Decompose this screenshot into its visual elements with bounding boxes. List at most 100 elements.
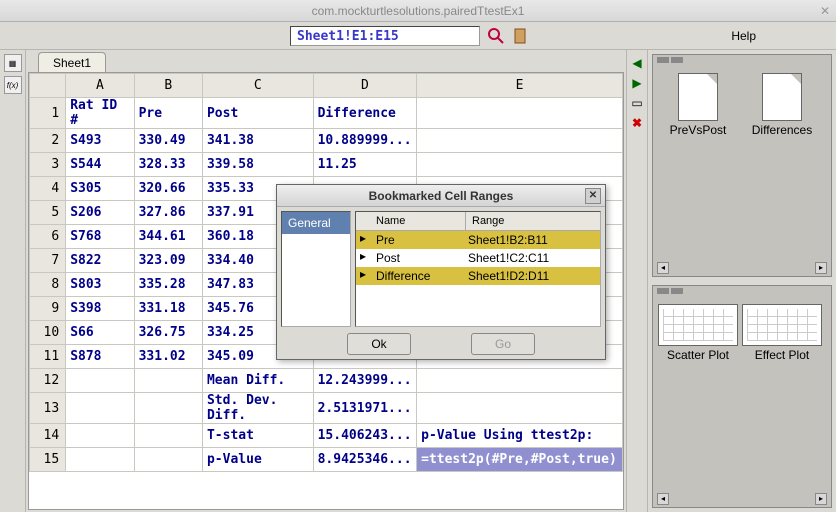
cell[interactable]: S206 <box>66 201 134 225</box>
row-header[interactable]: 5 <box>30 201 66 225</box>
cell[interactable]: 323.09 <box>134 249 202 273</box>
cell[interactable]: S305 <box>66 177 134 201</box>
scroll-left-icon[interactable]: ◂ <box>657 262 669 274</box>
grid-icon[interactable]: ▦ <box>4 54 22 72</box>
row-header[interactable]: 13 <box>30 393 66 424</box>
arrow-right-icon[interactable]: ▶ <box>629 76 645 92</box>
cell[interactable]: S66 <box>66 321 134 345</box>
row-header[interactable]: 4 <box>30 177 66 201</box>
col-header[interactable]: E <box>417 74 623 98</box>
cell[interactable]: 15.406243... <box>313 424 417 448</box>
cell[interactable]: T-stat <box>202 424 313 448</box>
scroll-right-icon[interactable]: ▸ <box>815 262 827 274</box>
cell[interactable]: Mean Diff. <box>202 369 313 393</box>
row-header[interactable]: 14 <box>30 424 66 448</box>
cell[interactable]: p-Value <box>202 448 313 472</box>
cell[interactable]: S822 <box>66 249 134 273</box>
cell[interactable]: 328.33 <box>134 153 202 177</box>
cell[interactable]: 12.243999... <box>313 369 417 393</box>
col-header[interactable]: B <box>134 74 202 98</box>
scroll-right-icon[interactable]: ▸ <box>815 493 827 505</box>
ranges-table[interactable]: Name Range ▸PreSheet1!B2:B11▸PostSheet1!… <box>355 211 601 327</box>
cell[interactable] <box>66 393 134 424</box>
cell-reference-input[interactable]: Sheet1!E1:E15 <box>290 26 480 46</box>
category-list[interactable]: General <box>281 211 351 327</box>
cell[interactable]: 11.25 <box>313 153 417 177</box>
doc-item[interactable]: Differences <box>743 73 821 137</box>
cell[interactable]: 335.28 <box>134 273 202 297</box>
go-button[interactable]: Go <box>471 333 535 355</box>
cell[interactable]: S398 <box>66 297 134 321</box>
cell[interactable] <box>134 393 202 424</box>
cell[interactable]: 344.61 <box>134 225 202 249</box>
cell[interactable]: Difference <box>313 98 417 129</box>
cell[interactable]: 10.889999... <box>313 129 417 153</box>
cell[interactable]: 326.75 <box>134 321 202 345</box>
cell[interactable]: S544 <box>66 153 134 177</box>
cell[interactable]: Pre <box>134 98 202 129</box>
row-header[interactable]: 12 <box>30 369 66 393</box>
range-row[interactable]: ▸PostSheet1!C2:C11 <box>356 249 600 267</box>
row-header[interactable]: 1 <box>30 98 66 129</box>
scroll-left-icon[interactable]: ◂ <box>657 493 669 505</box>
row-header[interactable]: 15 <box>30 448 66 472</box>
cell[interactable]: 8.9425346... <box>313 448 417 472</box>
row-header[interactable]: 10 <box>30 321 66 345</box>
cell[interactable]: 331.02 <box>134 345 202 369</box>
plot-item[interactable]: Effect Plot <box>743 304 821 362</box>
cell[interactable] <box>134 369 202 393</box>
dialog-close-icon[interactable]: ✕ <box>585 188 601 204</box>
ok-button[interactable]: Ok <box>347 333 411 355</box>
cell[interactable]: S803 <box>66 273 134 297</box>
cell[interactable]: Std. Dev. Diff. <box>202 393 313 424</box>
cell[interactable]: =ttest2p(#Pre,#Post,true) <box>417 448 623 472</box>
expand-icon[interactable]: ▸ <box>356 267 370 285</box>
col-header[interactable]: C <box>202 74 313 98</box>
row-header[interactable]: 3 <box>30 153 66 177</box>
row-header[interactable]: 8 <box>30 273 66 297</box>
fx-icon[interactable]: f(x) <box>4 76 22 94</box>
cell[interactable] <box>417 153 623 177</box>
row-header[interactable]: 7 <box>30 249 66 273</box>
col-header[interactable]: A <box>66 74 134 98</box>
cell[interactable]: 341.38 <box>202 129 313 153</box>
cell[interactable]: S768 <box>66 225 134 249</box>
arrow-left-icon[interactable]: ◀ <box>629 56 645 72</box>
cell[interactable]: S493 <box>66 129 134 153</box>
cell[interactable] <box>134 424 202 448</box>
cell[interactable] <box>417 369 623 393</box>
cell[interactable]: 339.58 <box>202 153 313 177</box>
window-close-icon[interactable]: ✕ <box>820 4 830 18</box>
row-header[interactable]: 11 <box>30 345 66 369</box>
plot-item[interactable]: Scatter Plot <box>659 304 737 362</box>
cell[interactable]: 330.49 <box>134 129 202 153</box>
cell[interactable]: 320.66 <box>134 177 202 201</box>
doc-item[interactable]: PreVsPost <box>659 73 737 137</box>
cell[interactable] <box>66 369 134 393</box>
cell[interactable]: 327.86 <box>134 201 202 225</box>
range-row[interactable]: ▸DifferenceSheet1!D2:D11 <box>356 267 600 285</box>
expand-icon[interactable]: ▸ <box>356 249 370 267</box>
cell[interactable]: Rat ID # <box>66 98 134 129</box>
cell[interactable] <box>417 393 623 424</box>
cell[interactable]: 2.5131971... <box>313 393 417 424</box>
cell[interactable] <box>66 448 134 472</box>
document-icon[interactable]: ▭ <box>629 96 645 112</box>
row-header[interactable]: 6 <box>30 225 66 249</box>
bookmark-icon[interactable] <box>488 28 504 44</box>
cell[interactable]: 331.18 <box>134 297 202 321</box>
cell[interactable] <box>134 448 202 472</box>
cell[interactable]: p-Value Using ttest2p: <box>417 424 623 448</box>
expand-icon[interactable]: ▸ <box>356 231 370 249</box>
help-menu[interactable]: Help <box>731 29 756 43</box>
row-header[interactable]: 9 <box>30 297 66 321</box>
row-header[interactable]: 2 <box>30 129 66 153</box>
cell[interactable] <box>66 424 134 448</box>
cell[interactable] <box>417 129 623 153</box>
category-item[interactable]: General <box>282 212 350 234</box>
cell[interactable]: S878 <box>66 345 134 369</box>
notes-icon[interactable] <box>512 28 528 44</box>
delete-icon[interactable]: ✖ <box>629 116 645 132</box>
cell[interactable] <box>417 98 623 129</box>
cell[interactable]: Post <box>202 98 313 129</box>
